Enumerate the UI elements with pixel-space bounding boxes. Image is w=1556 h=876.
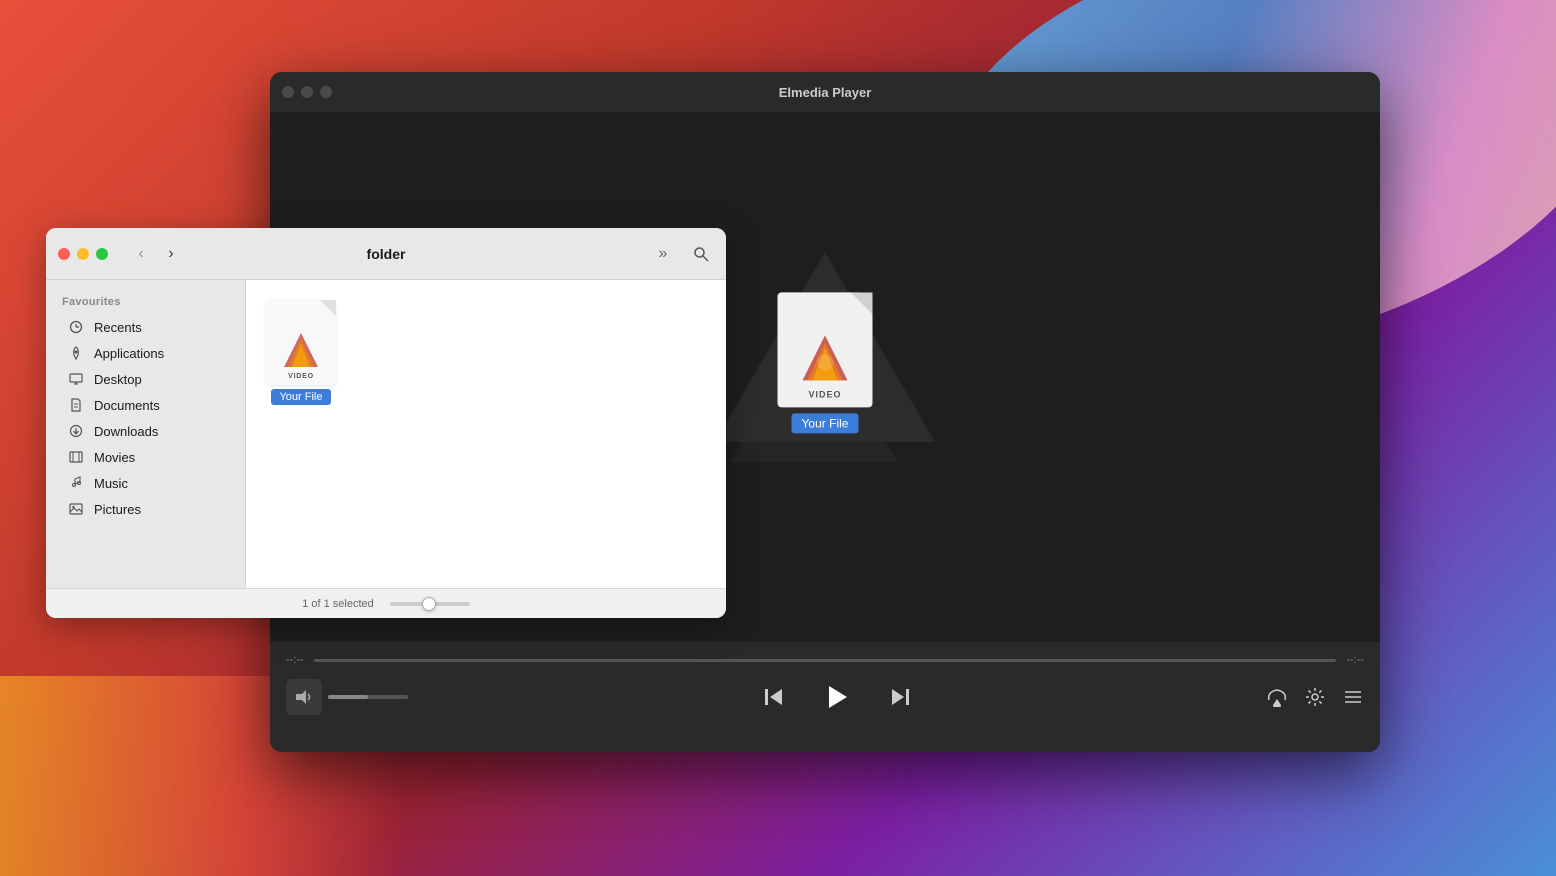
center-controls	[754, 674, 920, 720]
sidebar-item-label-recents: Recents	[94, 320, 142, 335]
finder-traffic-lights	[58, 248, 108, 260]
film-icon	[68, 449, 84, 465]
player-titlebar: Elmedia Player	[270, 72, 1380, 112]
finder-file-type-label: VIDEO	[288, 373, 314, 380]
settings-icon	[1304, 686, 1326, 708]
sidebar-item-downloads[interactable]: Downloads	[52, 418, 239, 444]
sidebar-item-label-pictures: Pictures	[94, 502, 141, 517]
settings-button[interactable]	[1304, 686, 1326, 708]
sidebar-item-label-desktop: Desktop	[94, 372, 142, 387]
finder-window: ‹ › folder » Favourites Recents	[46, 228, 726, 618]
player-close-button[interactable]	[282, 86, 294, 98]
sidebar-item-movies[interactable]: Movies	[52, 444, 239, 470]
size-slider[interactable]	[390, 602, 470, 606]
statusbar-selection-text: 1 of 1 selected	[302, 598, 374, 610]
time-end-label: --:--	[1346, 654, 1364, 666]
volume-slider-fill	[328, 695, 368, 699]
sidebar-item-music[interactable]: Music	[52, 470, 239, 496]
sidebar-item-applications[interactable]: Applications	[52, 340, 239, 366]
progress-track[interactable]	[314, 659, 1337, 662]
prev-button[interactable]	[754, 677, 794, 717]
volume-icon	[295, 689, 313, 705]
airplay-button[interactable]	[1266, 686, 1288, 708]
sidebar-item-pictures[interactable]: Pictures	[52, 496, 239, 522]
finder-body: Favourites Recents Applications Desktop	[46, 280, 726, 588]
controls-row	[286, 674, 1364, 730]
finder-breadcrumb-button[interactable]: »	[650, 241, 676, 267]
finder-close-button[interactable]	[58, 248, 70, 260]
playlist-icon	[1342, 686, 1364, 708]
sidebar-item-label-movies: Movies	[94, 450, 135, 465]
finder-file-name-badge: Your File	[271, 389, 330, 405]
finder-file-doc: VIDEO	[266, 300, 336, 385]
finder-elmedia-logo-icon	[281, 330, 321, 370]
finder-titlebar: ‹ › folder »	[46, 228, 726, 280]
finder-maximize-button[interactable]	[96, 248, 108, 260]
rocket-icon	[68, 345, 84, 361]
finder-nav: ‹ ›	[128, 241, 184, 267]
sidebar-item-desktop[interactable]: Desktop	[52, 366, 239, 392]
player-controls-bar: --:-- --:--	[270, 642, 1380, 752]
player-traffic-lights	[282, 86, 332, 98]
next-icon	[889, 686, 911, 708]
play-icon	[823, 683, 851, 711]
music-icon	[68, 475, 84, 491]
player-file-doc: VIDEO	[778, 292, 873, 407]
download-icon	[68, 423, 84, 439]
finder-forward-button[interactable]: ›	[158, 241, 184, 267]
sidebar-item-label-music: Music	[94, 476, 128, 491]
right-controls	[1266, 686, 1364, 708]
elmedia-logo-icon	[798, 330, 853, 385]
player-file-icon: VIDEO Your File	[778, 292, 873, 433]
sidebar-item-label-applications: Applications	[94, 346, 164, 361]
finder-minimize-button[interactable]	[77, 248, 89, 260]
image-icon	[68, 501, 84, 517]
finder-content: VIDEO Your File	[246, 280, 726, 588]
sidebar-section-label: Favourites	[46, 292, 245, 314]
finder-search-button[interactable]	[688, 241, 714, 267]
finder-sidebar: Favourites Recents Applications Desktop	[46, 280, 246, 588]
volume-slider[interactable]	[328, 695, 408, 699]
finder-back-button[interactable]: ‹	[128, 241, 154, 267]
progress-bar-row: --:-- --:--	[286, 642, 1364, 674]
finder-toolbar-right: »	[650, 241, 714, 267]
play-button[interactable]	[814, 674, 860, 720]
finder-statusbar: 1 of 1 selected	[46, 588, 726, 618]
size-slider-thumb	[422, 597, 436, 611]
finder-files-area: VIDEO Your File	[246, 280, 726, 425]
monitor-icon	[68, 371, 84, 387]
player-file-name-badge: Your File	[792, 413, 859, 433]
playlist-button[interactable]	[1342, 686, 1364, 708]
clock-icon	[68, 319, 84, 335]
airplay-icon	[1266, 686, 1288, 708]
sidebar-item-label-downloads: Downloads	[94, 424, 158, 439]
document-icon	[68, 397, 84, 413]
player-file-type-label: VIDEO	[808, 389, 841, 399]
time-start-label: --:--	[286, 654, 304, 666]
player-minimize-button[interactable]	[301, 86, 313, 98]
sidebar-item-documents[interactable]: Documents	[52, 392, 239, 418]
finder-file-item[interactable]: VIDEO Your File	[266, 300, 336, 405]
volume-button[interactable]	[286, 679, 322, 715]
player-maximize-button[interactable]	[320, 86, 332, 98]
search-icon	[693, 246, 709, 262]
player-title: Elmedia Player	[779, 85, 872, 100]
sidebar-item-recents[interactable]: Recents	[52, 314, 239, 340]
finder-folder-name: folder	[367, 246, 406, 262]
prev-icon	[763, 686, 785, 708]
volume-group	[286, 679, 408, 715]
sidebar-item-label-documents: Documents	[94, 398, 160, 413]
next-button[interactable]	[880, 677, 920, 717]
